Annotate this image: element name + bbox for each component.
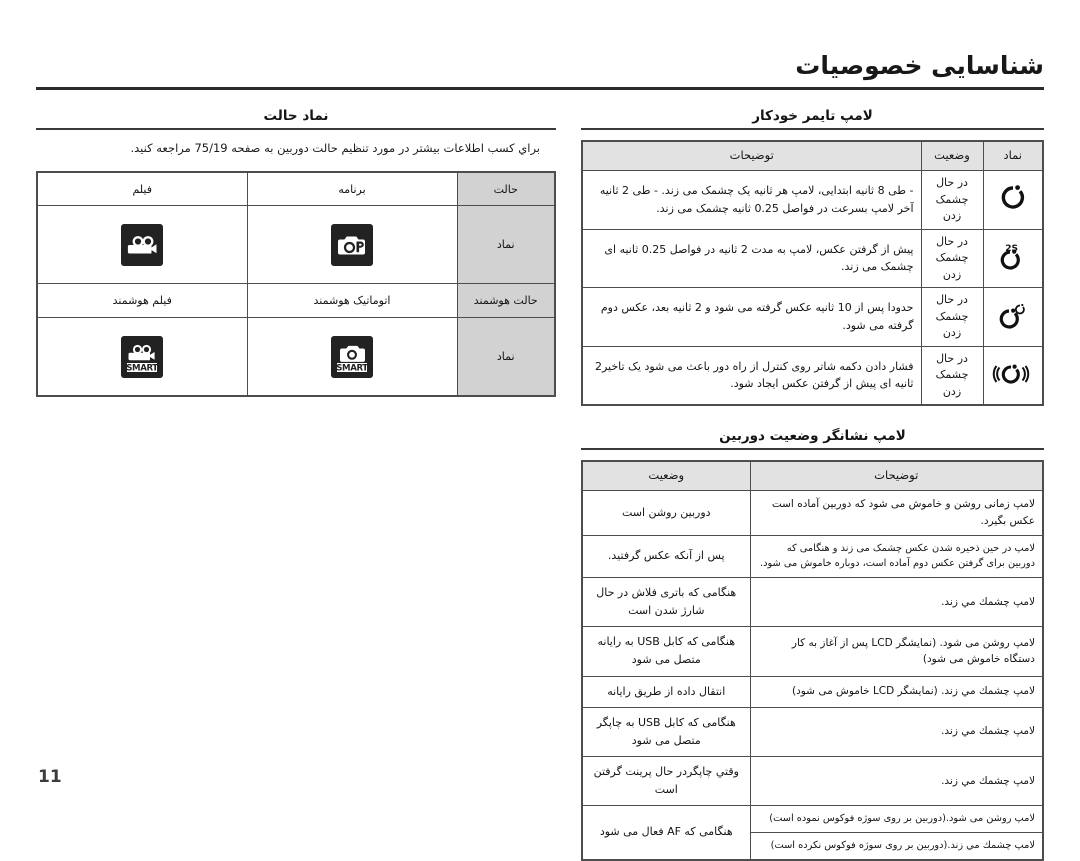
self-timer-section-divider <box>581 128 1044 131</box>
status-lamp-section-title: لامپ نشانگر وضعیت دوربین <box>719 428 906 444</box>
mode-name-program: برنامه <box>246 171 458 207</box>
mode-name-smart-auto: اتوماتیک هوشمند <box>246 283 458 319</box>
self-timer-state: در حال چشمک زدن <box>920 170 984 230</box>
lamp-description: لامپ زمانی روشن و خاموش می شود که دوربین… <box>749 490 1044 536</box>
lamp-description: لامپ چشمك مي زند. <box>749 755 1044 807</box>
lamp-description: لامپ روشن می شود. (نمایشگر LCD پس از آغا… <box>749 626 1044 677</box>
self-timer-2s-description: پیش از گرفتن عکس، لامپ به مدت 2 ثانیه در… <box>581 228 922 288</box>
col-header-symbol: نماد <box>982 140 1044 172</box>
row-label-smart-mode: حالت هوشمند <box>456 283 556 319</box>
double-self-timer-icon <box>996 299 1030 329</box>
lamp-state: هنگامی که کابل USB به چاپگر متصل می شود <box>581 706 751 757</box>
lamp-description: لامپ چشمك مي زند. <box>749 576 1044 628</box>
lamp-state: پس از آنکه عکس گرفتید. <box>581 534 751 578</box>
movie-camera-icon <box>121 223 164 266</box>
double-self-timer-icon-cell <box>982 287 1044 347</box>
movie-camera-icon-cell <box>36 205 248 285</box>
mode-name-movie: فیلم <box>36 171 248 207</box>
mode-section-divider <box>36 128 556 130</box>
table-row: لامپ چشمك مي زند. وقتي چاپگردر حال پرینت… <box>581 755 1044 807</box>
table-row: در حال چشمک زدن - طی 8 ثانیه ابتدایی، لا… <box>581 170 1044 230</box>
table-row: لامپ چشمك مي زند. (نمایشگر LCD خاموش می … <box>581 675 1044 708</box>
mode-icon-section: نماد حالت براي كسب اطلاعات بيشتر در مورد… <box>36 108 556 397</box>
double-self-timer-state: در حال چشمک زدن <box>920 287 984 347</box>
self-timer-2s-icon-cell: 2S <box>982 228 1044 288</box>
page-number: 11 <box>38 767 62 787</box>
page-title: شناسایی خصوصیات <box>795 51 1044 80</box>
self-timer-table: نماد وضعیت توضیحات در حال چشمک زدن - طی … <box>581 140 1044 406</box>
mode-section-title: نماد حالت <box>263 108 329 124</box>
self-timer-section-title: لامپ تایمر خودکار <box>752 108 873 124</box>
page-header: شناسایی خصوصیات <box>36 52 1044 90</box>
table-row: در حال چشمک زدن حدودا پس از 10 ثانیه عکس… <box>581 287 1044 347</box>
table-header-row: حالت هوشمند اتوماتیک هوشمند فیلم هوشمند <box>36 283 556 319</box>
left-column: نماد حالت براي كسب اطلاعات بيشتر در مورد… <box>36 108 556 397</box>
lamp-description: لامپ در حین ذخیره شدن عکس چشمک می زند و … <box>749 534 1044 578</box>
svg-text:SMART: SMART <box>336 363 368 373</box>
status-lamp-table: توضیحات وضعیت لامپ زمانی روشن و خاموش می… <box>581 460 1044 861</box>
table-row: لامپ در حین ذخیره شدن عکس چشمک می زند و … <box>581 534 1044 578</box>
self-timer-description: - طی 8 ثانیه ابتدایی، لامپ هر ثانیه یک چ… <box>581 170 922 230</box>
lamp-description: لامپ روشن می شود.(دوربین بر روی سوژه فوک… <box>749 805 1044 833</box>
self-timer-icon-cell <box>982 170 1044 230</box>
self-timer-2s-icon: 2S <box>996 241 1030 271</box>
lamp-state: انتقال داده از طریق رایانه <box>581 675 751 708</box>
remote-timer-icon <box>992 358 1030 388</box>
col-header-description: توضیحات <box>581 140 922 172</box>
double-self-timer-description: حدودا پس از 10 ثانیه عکس گرفته می شود و … <box>581 287 922 347</box>
right-column: لامپ تایمر خودکار نماد وضعیت توضیحات در … <box>581 108 1044 861</box>
smart-movie-camera-icon: SMART <box>121 335 164 378</box>
col-header-description: توضیحات <box>749 460 1044 492</box>
lamp-state: وقتي چاپگردر حال پرینت گرفتن است <box>581 755 751 807</box>
program-camera-icon <box>331 223 373 266</box>
svg-text:SMART: SMART <box>127 363 159 373</box>
lamp-description: لامپ چشمك مي زند. <box>749 706 1044 757</box>
row-label-icon: نماد <box>456 205 556 285</box>
lamp-state: هنگامی که کابل USB به رایانه متصل می شود <box>581 626 751 677</box>
table-row: لامپ چشمك مي زند. هنگامی که باتری فلاش د… <box>581 576 1044 628</box>
program-camera-icon-cell <box>246 205 458 285</box>
table-header-row: حالت برنامه فیلم <box>36 171 556 207</box>
content-columns: لامپ تایمر خودکار نماد وضعیت توضیحات در … <box>36 108 1044 861</box>
smart-movie-camera-icon-cell: SMART <box>36 317 248 397</box>
status-lamp-section-divider <box>581 448 1044 451</box>
remote-timer-description: فشار دادن دکمه شاتر روی کنترل از راه دور… <box>581 345 922 406</box>
mode-section-note: براي كسب اطلاعات بيشتر در مورد تنظيم حال… <box>130 140 540 155</box>
smart-auto-camera-icon-cell: SMART <box>246 317 458 397</box>
self-timer-icon <box>996 182 1030 212</box>
mode-name-smart-movie: فیلم هوشمند <box>36 283 248 319</box>
lamp-state: هنگامی که AF فعال می شود <box>581 805 751 861</box>
table-row: در حال چشمک زدن فشار دادن دکمه شاتر روی … <box>581 345 1044 406</box>
table-row: 2S در حال چشمک زدن پیش از گرفتن عکس، لام… <box>581 228 1044 288</box>
remote-timer-state: در حال چشمک زدن <box>920 345 984 406</box>
table-row: نماد <box>36 205 556 285</box>
table-header-row: نماد وضعیت توضیحات <box>581 140 1044 172</box>
table-row: لامپ روشن می شود. (نمایشگر LCD پس از آغا… <box>581 626 1044 677</box>
mode-icon-table: حالت برنامه فیلم نماد حالت هوشمند اتومات… <box>36 170 556 397</box>
row-label-mode: حالت <box>456 171 556 207</box>
table-row: لامپ روشن می شود.(دوربین بر روی سوژه فوک… <box>581 805 1044 861</box>
lamp-state: هنگامی که باتری فلاش در حال شارژ شدن است <box>581 576 751 628</box>
row-label-icon: نماد <box>456 317 556 397</box>
table-row: نماد SMART SMART <box>36 317 556 397</box>
self-timer-lamp-section: لامپ تایمر خودکار نماد وضعیت توضیحات در … <box>581 108 1044 406</box>
svg-text:2S: 2S <box>1005 244 1018 254</box>
self-timer-2s-state: در حال چشمک زدن <box>920 228 984 288</box>
table-row: لامپ چشمك مي زند. هنگامی که کابل USB به … <box>581 706 1044 757</box>
col-header-state: وضعیت <box>920 140 984 172</box>
lamp-description: لامپ چشمك مي زند. (نمایشگر LCD خاموش می … <box>749 675 1044 708</box>
table-header-row: توضیحات وضعیت <box>581 460 1044 492</box>
table-row: لامپ زمانی روشن و خاموش می شود که دوربین… <box>581 490 1044 536</box>
remote-timer-icon-cell <box>982 345 1044 406</box>
title-divider <box>36 86 1044 90</box>
lamp-state: دوربین روشن است <box>581 490 751 536</box>
smart-auto-camera-icon: SMART <box>331 335 373 378</box>
col-header-state: وضعیت <box>581 460 751 492</box>
camera-status-lamp-section: لامپ نشانگر وضعیت دوربین توضیحات وضعیت ل… <box>581 428 1044 861</box>
lamp-description: لامپ چشمك مي زند.(دوربین بر روی سوژه فوک… <box>749 831 1044 861</box>
